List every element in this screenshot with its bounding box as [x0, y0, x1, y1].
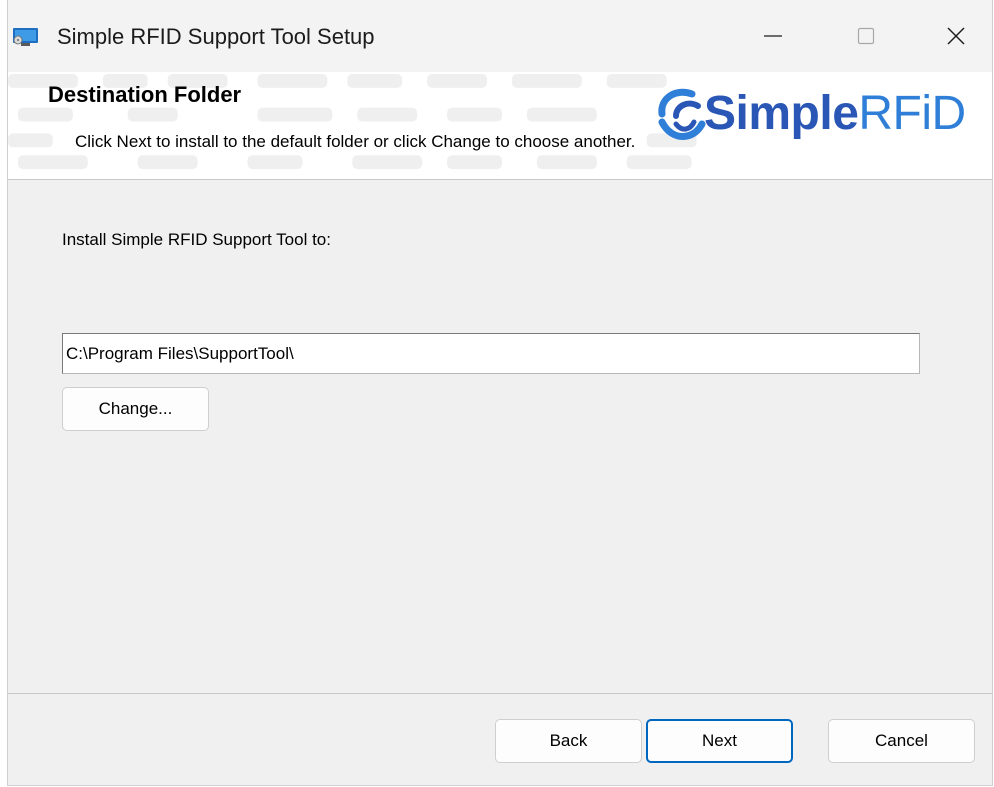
rfid-swirl-icon	[658, 88, 706, 140]
logo-text-simple: Simple	[704, 87, 859, 140]
setup-window: Simple RFID Support Tool Setup Destinati…	[7, 0, 993, 786]
maximize-icon	[857, 27, 875, 45]
minimize-button[interactable]	[728, 0, 818, 72]
logo-text-rfid: RFiD	[858, 87, 966, 140]
header-banner: Destination Folder Click Next to install…	[8, 72, 992, 180]
installer-icon	[13, 28, 38, 46]
change-button[interactable]: Change...	[62, 387, 209, 431]
title-bar[interactable]: Simple RFID Support Tool Setup	[8, 0, 992, 72]
footer-divider	[8, 693, 992, 694]
window-title: Simple RFID Support Tool Setup	[57, 24, 375, 49]
maximize-button	[821, 0, 911, 72]
next-button[interactable]: Next	[646, 719, 793, 763]
cancel-button[interactable]: Cancel	[828, 719, 975, 763]
install-path-field[interactable]	[62, 333, 920, 374]
close-button[interactable]	[911, 0, 994, 72]
page-description: Click Next to install to the default fol…	[75, 132, 636, 151]
back-button[interactable]: Back	[495, 719, 642, 763]
page-title: Destination Folder	[48, 82, 242, 107]
minimize-icon	[764, 35, 782, 37]
close-icon	[947, 27, 965, 45]
logo-wordmark: SimpleRFiD	[704, 84, 966, 144]
simplerfid-logo: SimpleRFiD	[648, 84, 966, 144]
install-location-label: Install Simple RFID Support Tool to:	[62, 230, 331, 249]
